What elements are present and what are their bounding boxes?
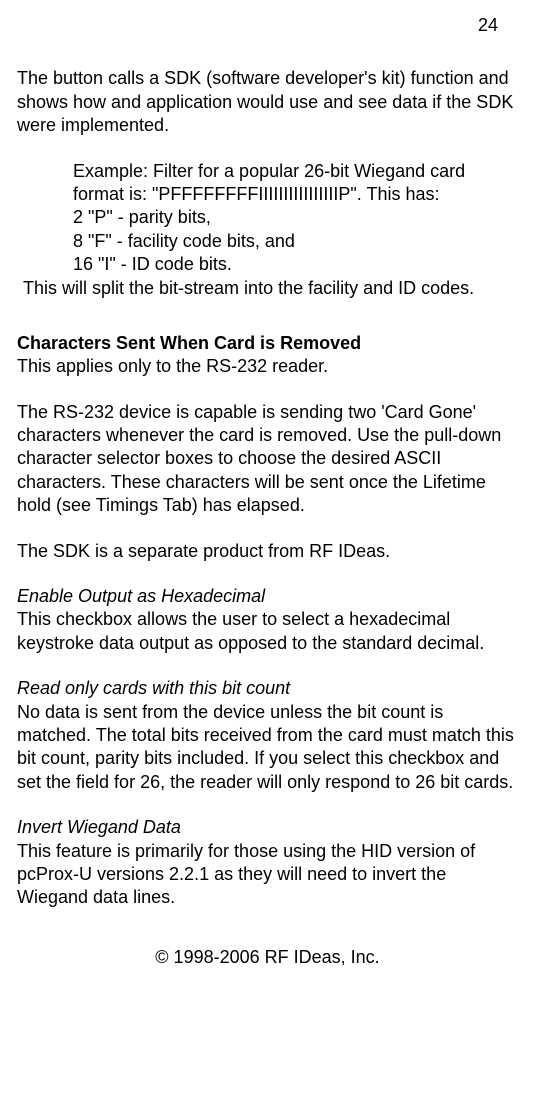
- read-only-section: Read only cards with this bit count No d…: [17, 677, 518, 794]
- example-line-2: 8 "F" - facility code bits, and: [73, 230, 518, 253]
- chars-sent-section: Characters Sent When Card is Removed Thi…: [17, 332, 518, 563]
- enable-hex-body: This checkbox allows the user to select …: [17, 608, 518, 655]
- enable-hex-section: Enable Output as Hexadecimal This checkb…: [17, 585, 518, 655]
- invert-section: Invert Wiegand Data This feature is prim…: [17, 816, 518, 910]
- page-container: 24 The button calls a SDK (software deve…: [0, 0, 535, 1113]
- invert-body: This feature is primarily for those usin…: [17, 840, 518, 910]
- example-lead: Example: Filter for a popular 26-bit Wie…: [73, 160, 518, 207]
- page-number: 24: [17, 14, 498, 37]
- invert-heading: Invert Wiegand Data: [17, 816, 518, 839]
- footer-copyright: © 1998-2006 RF IDeas, Inc.: [17, 946, 518, 969]
- example-block: Example: Filter for a popular 26-bit Wie…: [17, 160, 518, 300]
- example-line-3: 16 "I" - ID code bits.: [73, 253, 518, 276]
- intro-paragraph: The button calls a SDK (software develop…: [17, 67, 518, 137]
- example-line-1: 2 "P" - parity bits,: [73, 206, 518, 229]
- read-only-heading: Read only cards with this bit count: [17, 677, 518, 700]
- chars-sent-heading: Characters Sent When Card is Removed: [17, 332, 518, 355]
- chars-sent-p2: The RS-232 device is capable is sending …: [17, 401, 518, 518]
- chars-sent-p3: The SDK is a separate product from RF ID…: [17, 540, 518, 563]
- example-tail: This will split the bit-stream into the …: [23, 277, 518, 300]
- enable-hex-heading: Enable Output as Hexadecimal: [17, 585, 518, 608]
- read-only-body: No data is sent from the device unless t…: [17, 701, 518, 795]
- chars-sent-p1: This applies only to the RS-232 reader.: [17, 355, 518, 378]
